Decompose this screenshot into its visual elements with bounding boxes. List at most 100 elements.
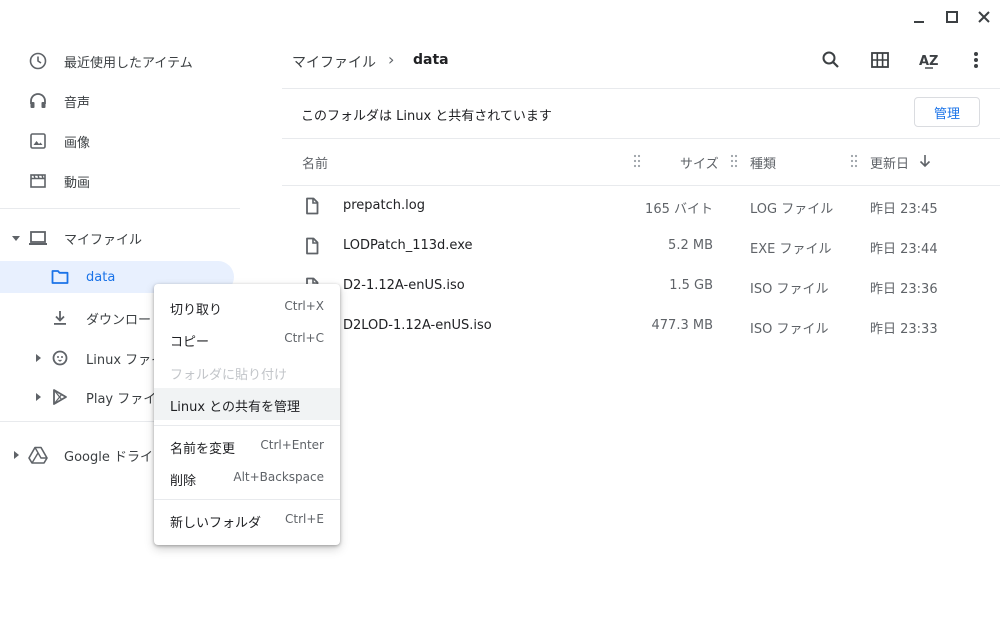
context-menu: 切り取り Ctrl+X コピー Ctrl+C フォルダに貼り付け Linux と… xyxy=(154,284,340,545)
sort-descending-arrow-icon xyxy=(919,155,931,168)
expand-arrow-icon[interactable] xyxy=(28,387,48,407)
grid-view-icon xyxy=(871,52,889,68)
linux-share-banner: このフォルダは Linux と共有されています xyxy=(282,88,1000,139)
manage-sharing-button[interactable]: 管理 xyxy=(914,97,980,127)
menu-item-label: 名前を変更 xyxy=(170,442,236,457)
sidebar-item-audio[interactable]: 音声 xyxy=(0,85,240,117)
download-icon xyxy=(50,308,70,328)
more-vert-icon xyxy=(974,52,978,68)
headphones-icon xyxy=(28,91,48,111)
image-icon xyxy=(28,131,48,151)
sidebar-item-label: 音声 xyxy=(64,95,91,111)
search-icon xyxy=(822,51,839,68)
file-name: LODPatch_113d.exe xyxy=(343,238,473,253)
menu-item-label: 切り取り xyxy=(170,303,223,318)
menu-item-label: 新しいフォルダ xyxy=(170,516,262,531)
sidebar-item-label: data xyxy=(86,269,116,285)
sidebar-divider xyxy=(0,208,240,209)
table-row[interactable]: prepatch.log 165 バイト LOG ファイル 昨日 23:45 xyxy=(282,186,1000,226)
minimize-icon xyxy=(914,21,924,23)
file-icon xyxy=(306,237,319,255)
close-button[interactable] xyxy=(975,8,993,26)
penguin-icon xyxy=(50,348,70,368)
table-row[interactable]: D2-1.12A-enUS.iso 1.5 GB ISO ファイル 昨日 23:… xyxy=(282,266,1000,306)
sidebar-item-label: 最近使用したアイテム xyxy=(64,55,193,71)
svg-text:AZ: AZ xyxy=(919,54,939,69)
table-row[interactable]: LODPatch_113d.exe 5.2 MB EXE ファイル 昨日 23:… xyxy=(282,226,1000,266)
sidebar-item-label: ダウンロード xyxy=(86,312,165,328)
sidebar-item-label: Google ドライブ xyxy=(64,449,166,465)
banner-text: このフォルダは Linux と共有されています xyxy=(301,109,552,124)
menu-item-delete[interactable]: 削除 Alt+Backspace xyxy=(154,462,340,494)
menu-item-label: フォルダに貼り付け xyxy=(170,368,288,383)
breadcrumb-current: data xyxy=(413,52,449,68)
menu-item-rename[interactable]: 名前を変更 Ctrl+Enter xyxy=(154,430,340,462)
file-type: ISO ファイル xyxy=(750,322,829,337)
column-header-size[interactable]: サイズ xyxy=(680,153,719,172)
column-resize-handle-icon[interactable] xyxy=(730,153,738,169)
menu-item-manage-linux-sharing[interactable]: Linux との共有を管理 xyxy=(154,388,340,420)
file-type: LOG ファイル xyxy=(750,202,834,217)
file-icon xyxy=(306,197,319,215)
menu-item-shortcut: Alt+Backspace xyxy=(233,470,324,484)
laptop-icon xyxy=(28,228,48,248)
menu-item-shortcut: Ctrl+Enter xyxy=(260,438,324,452)
expand-arrow-icon[interactable] xyxy=(28,348,48,368)
more-options-button[interactable] xyxy=(964,48,988,72)
close-icon xyxy=(978,11,990,23)
search-button[interactable] xyxy=(819,48,843,72)
menu-item-new-folder[interactable]: 新しいフォルダ Ctrl+E xyxy=(154,504,340,536)
file-modified: 昨日 23:45 xyxy=(870,202,938,217)
sort-az-icon: AZ xyxy=(919,54,939,69)
file-size: 1.5 GB xyxy=(669,278,713,293)
column-resize-handle-icon[interactable] xyxy=(850,153,858,169)
film-icon xyxy=(28,171,48,191)
menu-item-label: 削除 xyxy=(170,474,197,489)
table-row[interactable]: D2LOD-1.12A-enUS.iso 477.3 MB ISO ファイル 昨… xyxy=(282,306,1000,346)
menu-separator xyxy=(154,425,340,426)
play-store-icon xyxy=(50,387,70,407)
file-modified: 昨日 23:44 xyxy=(870,242,938,257)
sidebar-item-videos[interactable]: 動画 xyxy=(0,165,240,197)
sidebar-item-images[interactable]: 画像 xyxy=(0,125,240,157)
sort-button[interactable]: AZ xyxy=(916,48,940,72)
grid-view-button[interactable] xyxy=(868,48,892,72)
file-size: 5.2 MB xyxy=(668,238,713,253)
menu-item-shortcut: Ctrl+C xyxy=(284,331,324,345)
column-header-modified[interactable]: 更新日 xyxy=(870,153,909,172)
breadcrumb-separator: › xyxy=(388,50,395,69)
menu-item-label: Linux との共有を管理 xyxy=(170,400,301,415)
maximize-button[interactable] xyxy=(943,8,961,26)
folder-icon xyxy=(50,267,70,287)
expand-arrow-icon[interactable] xyxy=(6,445,26,465)
sidebar-item-my-files[interactable]: マイファイル xyxy=(0,222,240,254)
column-resize-handle-icon[interactable] xyxy=(633,153,641,169)
menu-item-cut[interactable]: 切り取り Ctrl+X xyxy=(154,291,340,323)
breadcrumb-root[interactable]: マイファイル xyxy=(292,52,376,72)
column-header-type[interactable]: 種類 xyxy=(750,153,776,172)
menu-separator xyxy=(154,499,340,500)
file-modified: 昨日 23:36 xyxy=(870,282,938,297)
menu-item-label: コピー xyxy=(170,335,210,350)
sidebar-item-label: 画像 xyxy=(64,135,91,151)
minimize-button[interactable] xyxy=(910,8,928,26)
sidebar-item-label: マイファイル xyxy=(64,232,143,248)
file-name: prepatch.log xyxy=(343,198,425,213)
menu-item-shortcut: Ctrl+X xyxy=(284,299,324,313)
file-name: D2-1.12A-enUS.iso xyxy=(343,278,465,293)
menu-item-copy[interactable]: コピー Ctrl+C xyxy=(154,323,340,355)
expand-arrow-icon[interactable] xyxy=(6,228,26,248)
file-name: D2LOD-1.12A-enUS.iso xyxy=(343,318,492,333)
file-modified: 昨日 23:33 xyxy=(870,322,938,337)
file-type: EXE ファイル xyxy=(750,242,832,257)
file-type: ISO ファイル xyxy=(750,282,829,297)
sidebar-item-recent[interactable]: 最近使用したアイテム xyxy=(0,45,240,77)
column-header-name[interactable]: 名前 xyxy=(302,153,328,172)
menu-item-paste-into-folder: フォルダに貼り付け xyxy=(154,356,340,388)
file-size: 477.3 MB xyxy=(651,318,713,333)
file-size: 165 バイト xyxy=(645,202,713,217)
sidebar-item-label: 動画 xyxy=(64,175,91,191)
maximize-icon xyxy=(946,11,958,23)
google-drive-icon xyxy=(28,445,48,465)
clock-icon xyxy=(28,51,48,71)
